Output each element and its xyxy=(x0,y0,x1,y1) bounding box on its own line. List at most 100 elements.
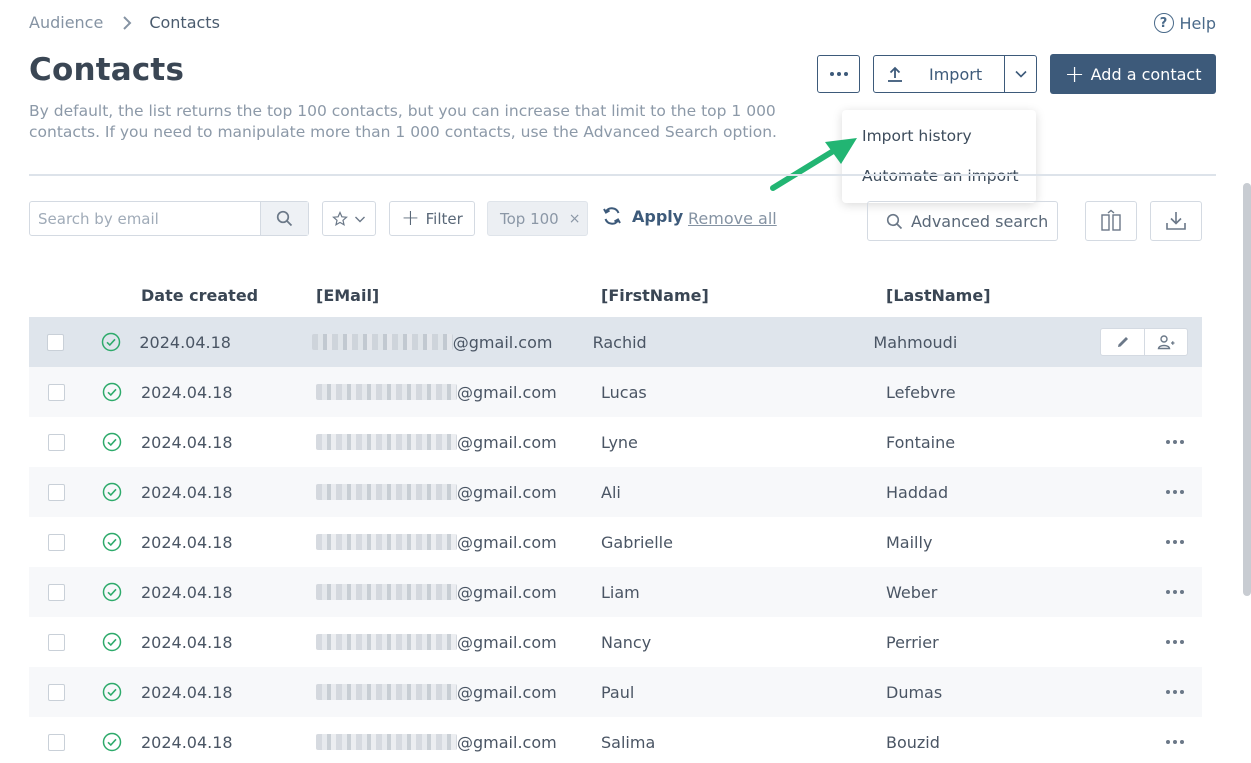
advanced-search-button[interactable]: Advanced search xyxy=(867,201,1058,241)
header-divider xyxy=(29,174,1216,176)
row-checkbox[interactable] xyxy=(47,583,65,601)
cell-lastname: Bouzid xyxy=(886,732,940,752)
cell-lastname: Fontaine xyxy=(886,432,956,452)
filter-button[interactable]: + Filter xyxy=(389,201,475,236)
chevron-right-icon xyxy=(123,15,132,30)
redacted-email xyxy=(316,384,457,400)
row-checkbox[interactable] xyxy=(47,533,65,551)
page-title: Contacts xyxy=(29,52,185,88)
check-circle-icon xyxy=(102,582,122,602)
row-checkbox[interactable] xyxy=(47,683,65,701)
star-icon xyxy=(332,210,348,226)
table-row[interactable]: 2024.04.18 @gmail.com Gabrielle Mailly xyxy=(29,517,1202,567)
cell-firstname: Salima xyxy=(601,732,656,752)
breadcrumb-current: Contacts xyxy=(149,13,220,32)
redacted-email xyxy=(316,534,457,550)
email-domain: @gmail.com xyxy=(457,732,557,752)
row-more-icon[interactable] xyxy=(1162,684,1188,700)
edit-contact-button[interactable] xyxy=(1101,329,1144,355)
menu-item-automate-import[interactable]: Automate an import xyxy=(842,156,1036,196)
cell-lastname: Mahmoudi xyxy=(873,332,958,352)
cell-email: @gmail.com xyxy=(316,633,601,652)
assign-contact-button[interactable] xyxy=(1144,329,1187,355)
cell-email: @gmail.com xyxy=(316,433,601,452)
cell-lastname: Haddad xyxy=(886,482,949,502)
column-header-firstname[interactable]: [FirstName] xyxy=(601,286,886,305)
table-row[interactable]: 2024.04.18 @gmail.com Nancy Perrier xyxy=(29,617,1202,667)
email-domain: @gmail.com xyxy=(457,382,557,402)
email-domain: @gmail.com xyxy=(457,482,557,502)
row-checkbox[interactable] xyxy=(47,483,65,501)
table-row[interactable]: 2024.04.18 @gmail.com Rachid Mahmoudi xyxy=(29,317,1202,367)
check-circle-icon xyxy=(102,732,122,752)
more-options-button[interactable] xyxy=(817,55,860,93)
column-header-lastname[interactable]: [LastName] xyxy=(886,286,1116,305)
search-button[interactable] xyxy=(260,202,308,235)
status-indicator xyxy=(83,382,141,402)
row-more-icon[interactable] xyxy=(1162,584,1188,600)
help-label: Help xyxy=(1179,13,1216,33)
table-row[interactable]: 2024.04.18 @gmail.com Ali Haddad xyxy=(29,467,1202,517)
table-header: Date created [EMail] [FirstName] [LastNa… xyxy=(29,273,1202,317)
row-more-icon[interactable] xyxy=(1162,434,1188,450)
cell-firstname: Gabrielle xyxy=(601,532,673,552)
cell-firstname: Rachid xyxy=(592,332,647,352)
pencil-icon xyxy=(1117,337,1128,347)
table-row[interactable]: 2024.04.18 @gmail.com Salima Bouzid xyxy=(29,717,1202,763)
table-row[interactable]: 2024.04.18 @gmail.com Liam Weber xyxy=(29,567,1202,617)
cell-lastname: Weber xyxy=(886,582,938,602)
chevron-down-icon xyxy=(1014,70,1027,78)
row-checkbox[interactable] xyxy=(47,383,65,401)
close-icon[interactable]: × xyxy=(569,211,581,227)
more-icon xyxy=(829,72,848,76)
import-label: Import xyxy=(929,64,983,84)
plus-icon: + xyxy=(1064,60,1085,88)
annotation-arrow xyxy=(770,138,857,191)
redacted-email xyxy=(316,684,457,700)
email-domain: @gmail.com xyxy=(452,332,553,352)
menu-item-import-history[interactable]: Import history xyxy=(842,116,1036,156)
cell-date: 2024.04.18 xyxy=(141,382,233,402)
export-button[interactable] xyxy=(1150,201,1202,241)
redacted-email xyxy=(316,584,457,600)
check-circle-icon xyxy=(102,482,122,502)
row-more-icon[interactable] xyxy=(1162,484,1188,500)
email-domain: @gmail.com xyxy=(457,532,557,552)
breadcrumb: Audience Contacts xyxy=(29,13,220,32)
row-checkbox[interactable] xyxy=(47,733,65,751)
row-checkbox[interactable] xyxy=(47,633,65,651)
row-more-icon[interactable] xyxy=(1162,534,1188,550)
table-row[interactable]: 2024.04.18 @gmail.com Lucas Lefebvre xyxy=(29,367,1202,417)
import-button[interactable]: Import xyxy=(874,56,1005,92)
email-domain: @gmail.com xyxy=(457,682,557,702)
row-more-icon[interactable] xyxy=(1162,734,1188,750)
cell-firstname: Ali xyxy=(601,482,621,502)
row-checkbox[interactable] xyxy=(47,333,65,351)
column-header-date[interactable]: Date created xyxy=(141,286,316,305)
table-row[interactable]: 2024.04.18 @gmail.com Lyne Fontaine xyxy=(29,417,1202,467)
remove-all-link[interactable]: Remove all xyxy=(688,209,777,228)
breadcrumb-parent[interactable]: Audience xyxy=(29,13,103,32)
status-indicator xyxy=(83,432,141,452)
import-dropdown-toggle[interactable] xyxy=(1005,56,1036,92)
row-checkbox[interactable] xyxy=(47,433,65,451)
table-row[interactable]: 2024.04.18 @gmail.com Paul Dumas xyxy=(29,667,1202,717)
row-more-icon[interactable] xyxy=(1162,634,1188,650)
help-link[interactable]: ? Help xyxy=(1153,13,1216,33)
refresh-icon xyxy=(603,207,621,225)
search-input[interactable] xyxy=(30,202,260,235)
columns-button[interactable] xyxy=(1085,201,1137,241)
redacted-email xyxy=(316,484,457,500)
apply-button[interactable]: Apply xyxy=(601,205,683,227)
redacted-email xyxy=(316,734,457,750)
status-indicator xyxy=(83,682,141,702)
scrollbar[interactable] xyxy=(1243,183,1251,596)
email-domain: @gmail.com xyxy=(457,582,557,602)
column-header-email[interactable]: [EMail] xyxy=(316,286,601,305)
favorites-dropdown[interactable] xyxy=(322,201,376,236)
columns-icon xyxy=(1101,209,1121,231)
cell-lastname: Lefebvre xyxy=(886,382,956,402)
plus-icon: + xyxy=(401,205,420,231)
cell-date: 2024.04.18 xyxy=(141,482,233,502)
add-contact-button[interactable]: + Add a contact xyxy=(1050,54,1216,94)
